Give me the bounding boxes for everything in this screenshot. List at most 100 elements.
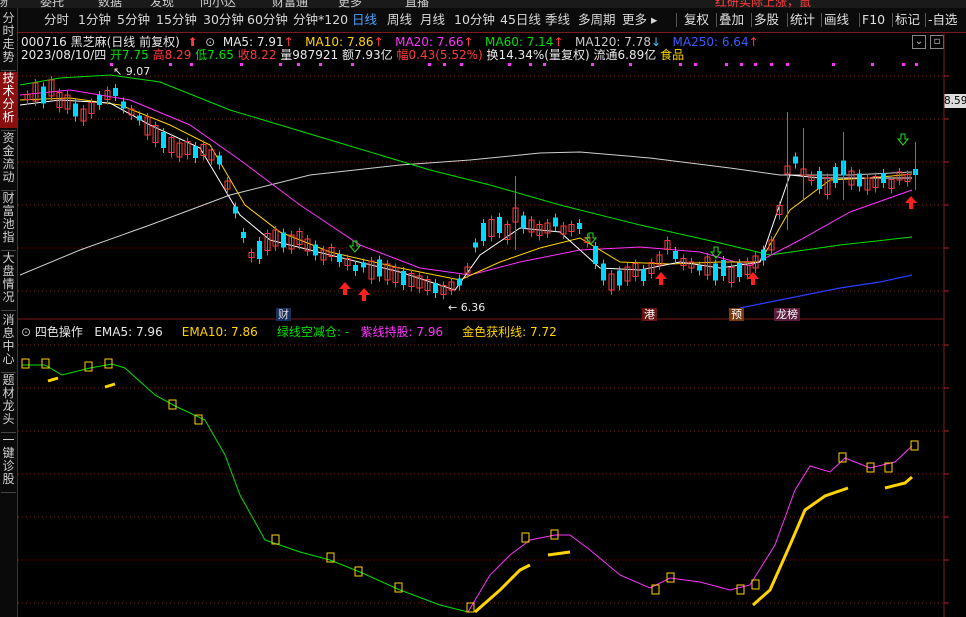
event-marker [694, 63, 697, 66]
event-marker [902, 63, 905, 66]
ma120-line [19, 151, 913, 276]
candle-down [137, 115, 142, 121]
event-marker [351, 63, 354, 66]
candle-down [857, 173, 862, 187]
candle-down [457, 278, 462, 286]
event-marker [529, 63, 532, 66]
buy-arrow-icon [339, 282, 351, 295]
b-marker [21, 358, 30, 369]
buy-arrow-icon [655, 272, 667, 285]
event-marker [279, 63, 282, 66]
candle-down [793, 156, 798, 164]
buy-arrow-icon [747, 272, 759, 285]
candle-down [353, 265, 358, 271]
low-annotation: ← 6.36 [448, 301, 486, 314]
candle-down [577, 223, 582, 229]
high-annotation: ↖ 9.07 [113, 65, 151, 78]
event-marker [190, 63, 193, 66]
gold-line [104, 382, 116, 389]
b-marker [666, 572, 675, 583]
hk-flag[interactable]: 港 [642, 308, 657, 321]
candle-down [617, 270, 622, 286]
candle-down [721, 260, 726, 276]
b-marker [751, 579, 760, 590]
candle-down [121, 101, 126, 109]
candle-down [241, 232, 246, 238]
event-marker [915, 63, 918, 66]
gold-line [547, 550, 571, 557]
candle-down [281, 232, 286, 248]
ma60-line [19, 74, 913, 256]
gold-line [884, 475, 913, 490]
gold-line [474, 563, 531, 614]
event-marker [679, 63, 682, 66]
candle-down [881, 173, 886, 183]
candle-down [817, 171, 822, 189]
b-marker [84, 361, 93, 372]
buy-arrow-icon [358, 288, 370, 301]
candlesticks [24, 76, 918, 300]
candle-down [257, 241, 262, 259]
candle-down [401, 271, 406, 285]
event-marker [725, 63, 728, 66]
candle-down [193, 146, 198, 158]
event-marker [169, 63, 172, 66]
candle-down [161, 132, 166, 148]
candle-down [673, 251, 678, 259]
event-marker [460, 63, 463, 66]
gold-line [47, 376, 59, 383]
indicator-lines [21, 358, 919, 614]
candle-down [737, 263, 742, 277]
green-line [22, 363, 469, 613]
candle-down [553, 217, 558, 227]
event-marker [740, 63, 743, 66]
b-marker [521, 532, 530, 543]
event-marker [832, 63, 835, 66]
candle-down [713, 263, 718, 281]
candle-down [73, 103, 78, 117]
candle-down [593, 246, 598, 264]
event-marker [871, 63, 874, 66]
sell-arrow-icon [896, 133, 910, 146]
event-marker [428, 63, 431, 66]
event-marker [629, 63, 632, 66]
event-marker [297, 63, 300, 66]
event-marker [786, 63, 789, 66]
candle-down [833, 167, 838, 183]
finance-flag[interactable]: 财 [276, 308, 291, 321]
event-marker [240, 63, 243, 66]
candle-down [377, 259, 382, 277]
candle-down [313, 244, 318, 256]
candle-down [481, 223, 486, 241]
event-marker [591, 63, 594, 66]
candle-down [233, 206, 238, 214]
candle-down [641, 269, 646, 281]
candle-down [761, 249, 766, 261]
candle-down [41, 86, 46, 104]
event-marker [543, 63, 546, 66]
dragon-tiger-flag[interactable]: 龙榜 [774, 308, 800, 321]
candle-down [361, 262, 366, 268]
ma20-line [19, 89, 913, 276]
candle-down [521, 215, 526, 229]
candle-down [697, 265, 702, 271]
candle-down [113, 88, 118, 96]
sell-arrow-icon [348, 240, 362, 253]
candle-down [337, 254, 342, 262]
buy-arrow-icon [905, 196, 917, 209]
event-marker [319, 63, 322, 66]
candle-down [97, 95, 102, 105]
event-marker [770, 63, 773, 66]
candle-down [217, 155, 222, 165]
candle-down [497, 217, 502, 233]
purple-line [467, 445, 913, 613]
chart-grid [18, 33, 949, 617]
event-marker [508, 63, 511, 66]
event-marker [443, 63, 446, 66]
b-marker [104, 358, 113, 369]
gold-line [752, 486, 849, 607]
candle-down [601, 263, 606, 281]
ma5-line [19, 99, 912, 291]
forecast-flag[interactable]: 预 [729, 308, 744, 321]
b-marker [910, 440, 919, 451]
